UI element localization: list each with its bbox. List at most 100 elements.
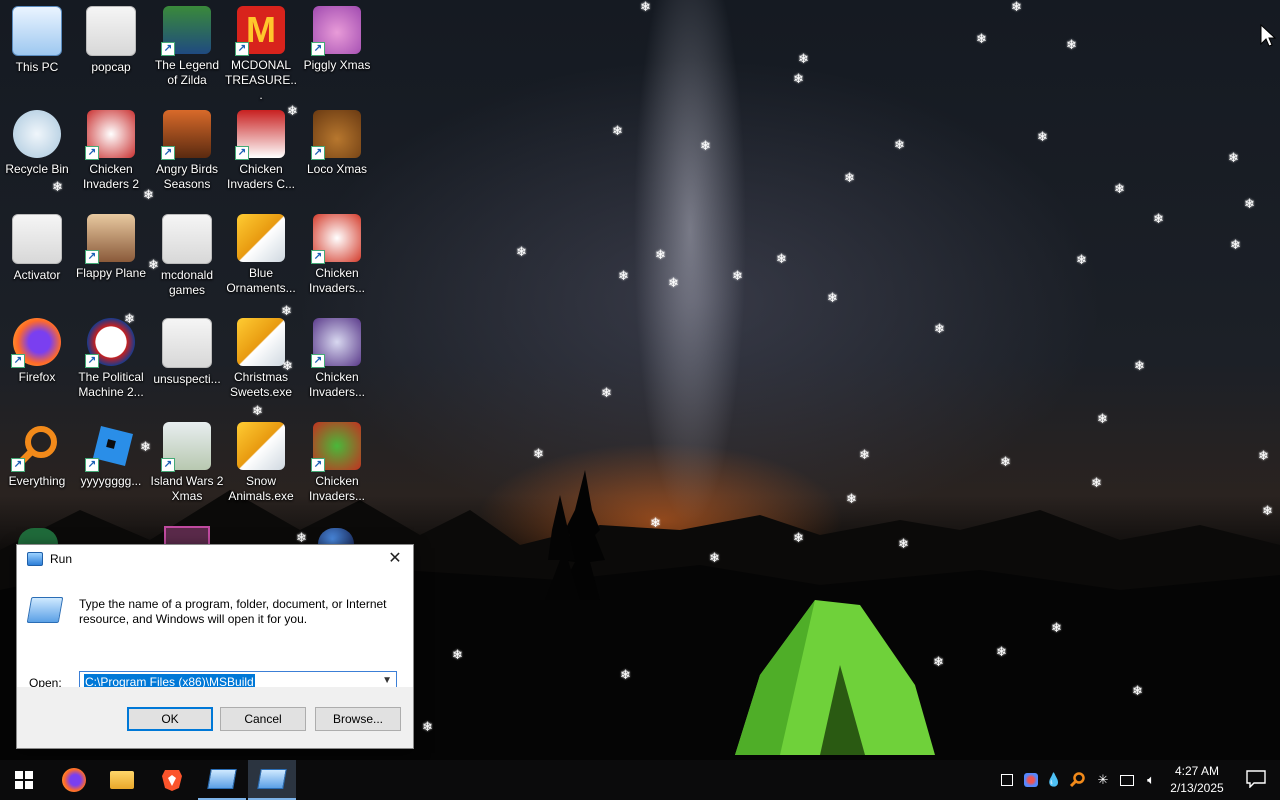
tray-droplet-icon[interactable]: 💧: [1046, 760, 1062, 800]
shortcut-arrow-icon: ↗: [11, 458, 25, 472]
close-button[interactable]: ✕: [385, 549, 405, 569]
shortcut-arrow-icon: ↗: [311, 458, 325, 472]
search-icon: ↗: [11, 422, 61, 472]
desktop-icon-this-pc[interactable]: This PC: [0, 2, 74, 75]
firefox-icon: ↗: [11, 318, 61, 368]
snowflake-icon: ❄: [1262, 503, 1273, 518]
snowflake-icon: ❄: [1091, 475, 1102, 490]
notification-center-icon[interactable]: [1246, 770, 1266, 788]
snowflake-icon: ❄: [601, 385, 612, 400]
taskbar-file-explorer[interactable]: [98, 760, 146, 800]
partial-icon: [18, 528, 58, 544]
shortcut-arrow-icon: ↗: [235, 42, 249, 56]
network-icon[interactable]: [1116, 760, 1138, 800]
snowflake-icon: ❄: [934, 321, 945, 336]
desktop-icon-legend-of-zilda[interactable]: ↗ The Legend of Zilda: [150, 2, 224, 88]
desktop-icon-angry-birds[interactable]: ↗ Angry Birds Seasons: [150, 106, 224, 192]
mcdonald-icon: M ↗: [235, 6, 285, 56]
taskbar-run-app-1[interactable]: [198, 760, 246, 800]
run-dialog-body: Type the name of a program, folder, docu…: [17, 573, 413, 693]
desktop-icon-loco-xmas[interactable]: ↗ Loco Xmas: [300, 106, 374, 177]
file-icon: [162, 318, 212, 368]
desktop-icon-chicken-invaders-4[interactable]: ↗ Chicken Invaders...: [300, 314, 374, 400]
snowflake-icon: ❄: [655, 247, 666, 262]
desktop-icon-flappy-plane[interactable]: ↗ Flappy Plane: [74, 210, 148, 281]
run-dialog: Run ✕ Type the name of a program, folder…: [16, 544, 414, 749]
ok-button[interactable]: OK: [127, 707, 213, 731]
snowflake-icon: ❄: [124, 311, 135, 326]
desktop-icon-chicken-invaders-5[interactable]: ↗ Chicken Invaders...: [300, 418, 374, 504]
snowflake-icon: ❄: [668, 275, 679, 290]
desktop-icon-snow-animals[interactable]: Snow Animals.exe: [224, 418, 298, 504]
snowflake-icon: ❄: [1037, 129, 1048, 144]
shortcut-arrow-icon: ↗: [311, 146, 325, 160]
snowflake-icon: ❄: [933, 654, 944, 669]
snowflake-icon: ❄: [1011, 0, 1022, 14]
run-dialog-footer: OK Cancel Browse...: [17, 687, 413, 748]
desktop-icon-chicken-invaders-c[interactable]: ↗ Chicken Invaders C...: [224, 106, 298, 192]
desktop-icon-firefox[interactable]: ↗ Firefox: [0, 314, 74, 385]
desktop-icon-recycle-bin[interactable]: Recycle Bin: [0, 106, 74, 177]
snowflake-icon: ❄: [640, 0, 651, 14]
browse-button[interactable]: Browse...: [315, 707, 401, 731]
desktop-icon-mcdonald-games[interactable]: mcdonald games: [150, 210, 224, 298]
piggly-icon: ↗: [311, 6, 361, 56]
desktop-icon-chicken-invaders-3[interactable]: ↗ Chicken Invaders...: [300, 210, 374, 296]
desktop-icon-piggly-xmas[interactable]: ↗ Piggly Xmas: [300, 2, 374, 73]
run-icon: [207, 769, 237, 789]
file-icon: [162, 214, 212, 264]
run-dialog-title: Run: [50, 552, 73, 566]
snowflake-icon: ❄: [252, 403, 263, 418]
snowflake-icon: ❄: [844, 170, 855, 185]
tray-people-icon[interactable]: [1020, 760, 1042, 800]
tray-search-icon[interactable]: [1066, 760, 1088, 800]
start-button[interactable]: [0, 760, 48, 800]
shortcut-arrow-icon: ↗: [85, 250, 99, 264]
shortcut-arrow-icon: ↗: [85, 354, 99, 368]
snowflake-icon: ❄: [1051, 620, 1062, 635]
firefox-icon: [62, 768, 86, 792]
file-icon: [12, 214, 62, 264]
run-dialog-titlebar[interactable]: Run ✕: [17, 545, 413, 573]
desktop-icon-unsuspecti[interactable]: unsuspecti...: [150, 314, 224, 387]
desktop-icon-popcap[interactable]: popcap: [74, 2, 148, 75]
snowflake-icon: ❄: [620, 667, 631, 682]
desktop-icon-christmas-sweets[interactable]: Christmas Sweets.exe: [224, 314, 298, 400]
desktop-icon-island-wars[interactable]: ↗ Island Wars 2 Xmas: [150, 418, 224, 504]
angry-birds-icon: ↗: [161, 110, 211, 160]
snowflake-icon: ❄: [1000, 454, 1011, 469]
chevron-down-icon[interactable]: ▼: [382, 675, 392, 686]
desktop-icon-everything[interactable]: ↗ Everything: [0, 418, 74, 489]
shortcut-arrow-icon: ↗: [311, 42, 325, 56]
clock-date: 2/13/2025: [1170, 781, 1224, 795]
taskbar-clock[interactable]: 4:27 AM 2/13/2025: [1166, 763, 1228, 797]
chicken-invaders-icon: ↗: [311, 318, 361, 368]
desktop-icon-activator[interactable]: Activator: [0, 210, 74, 283]
desktop-icon-blue-ornaments[interactable]: Blue Ornaments...: [224, 210, 298, 296]
snowflake-icon: ❄: [1076, 252, 1087, 267]
taskbar-firefox[interactable]: [50, 760, 98, 800]
cancel-button[interactable]: Cancel: [220, 707, 306, 731]
taskbar-brave[interactable]: [148, 760, 196, 800]
tray-snowflake-icon[interactable]: ✳: [1092, 760, 1114, 800]
snowflake-icon: ❄: [1132, 683, 1143, 698]
snowflake-icon: ❄: [650, 515, 661, 530]
snowflake-icon: ❄: [422, 719, 433, 734]
loco-xmas-icon: ↗: [311, 110, 361, 160]
snowflake-icon: ❄: [1228, 150, 1239, 165]
snowflake-icon: ❄: [996, 644, 1007, 659]
run-icon: [26, 597, 64, 623]
snowflake-icon: ❄: [1230, 237, 1241, 252]
desktop-icon-mcdonald[interactable]: M ↗ MCDONAL TREASURE...: [224, 2, 298, 103]
snowflake-icon: ❄: [798, 51, 809, 66]
volume-icon[interactable]: 🔈︎: [1140, 760, 1162, 800]
desktop-icon-yyyygggg[interactable]: ↗ yyyygggg...: [74, 418, 148, 489]
desktop-icon-political-machine[interactable]: ↗ The Political Machine 2...: [74, 314, 148, 400]
snowflake-icon: ❄: [732, 268, 743, 283]
desktop-icon-chicken-invaders-2[interactable]: ↗ Chicken Invaders 2: [74, 106, 148, 192]
snowflake-icon: ❄: [793, 530, 804, 545]
folder-icon: [110, 771, 134, 789]
tray-square-icon[interactable]: [998, 760, 1016, 800]
snowflake-icon: ❄: [52, 179, 63, 194]
taskbar-run-app-2[interactable]: [248, 760, 296, 800]
